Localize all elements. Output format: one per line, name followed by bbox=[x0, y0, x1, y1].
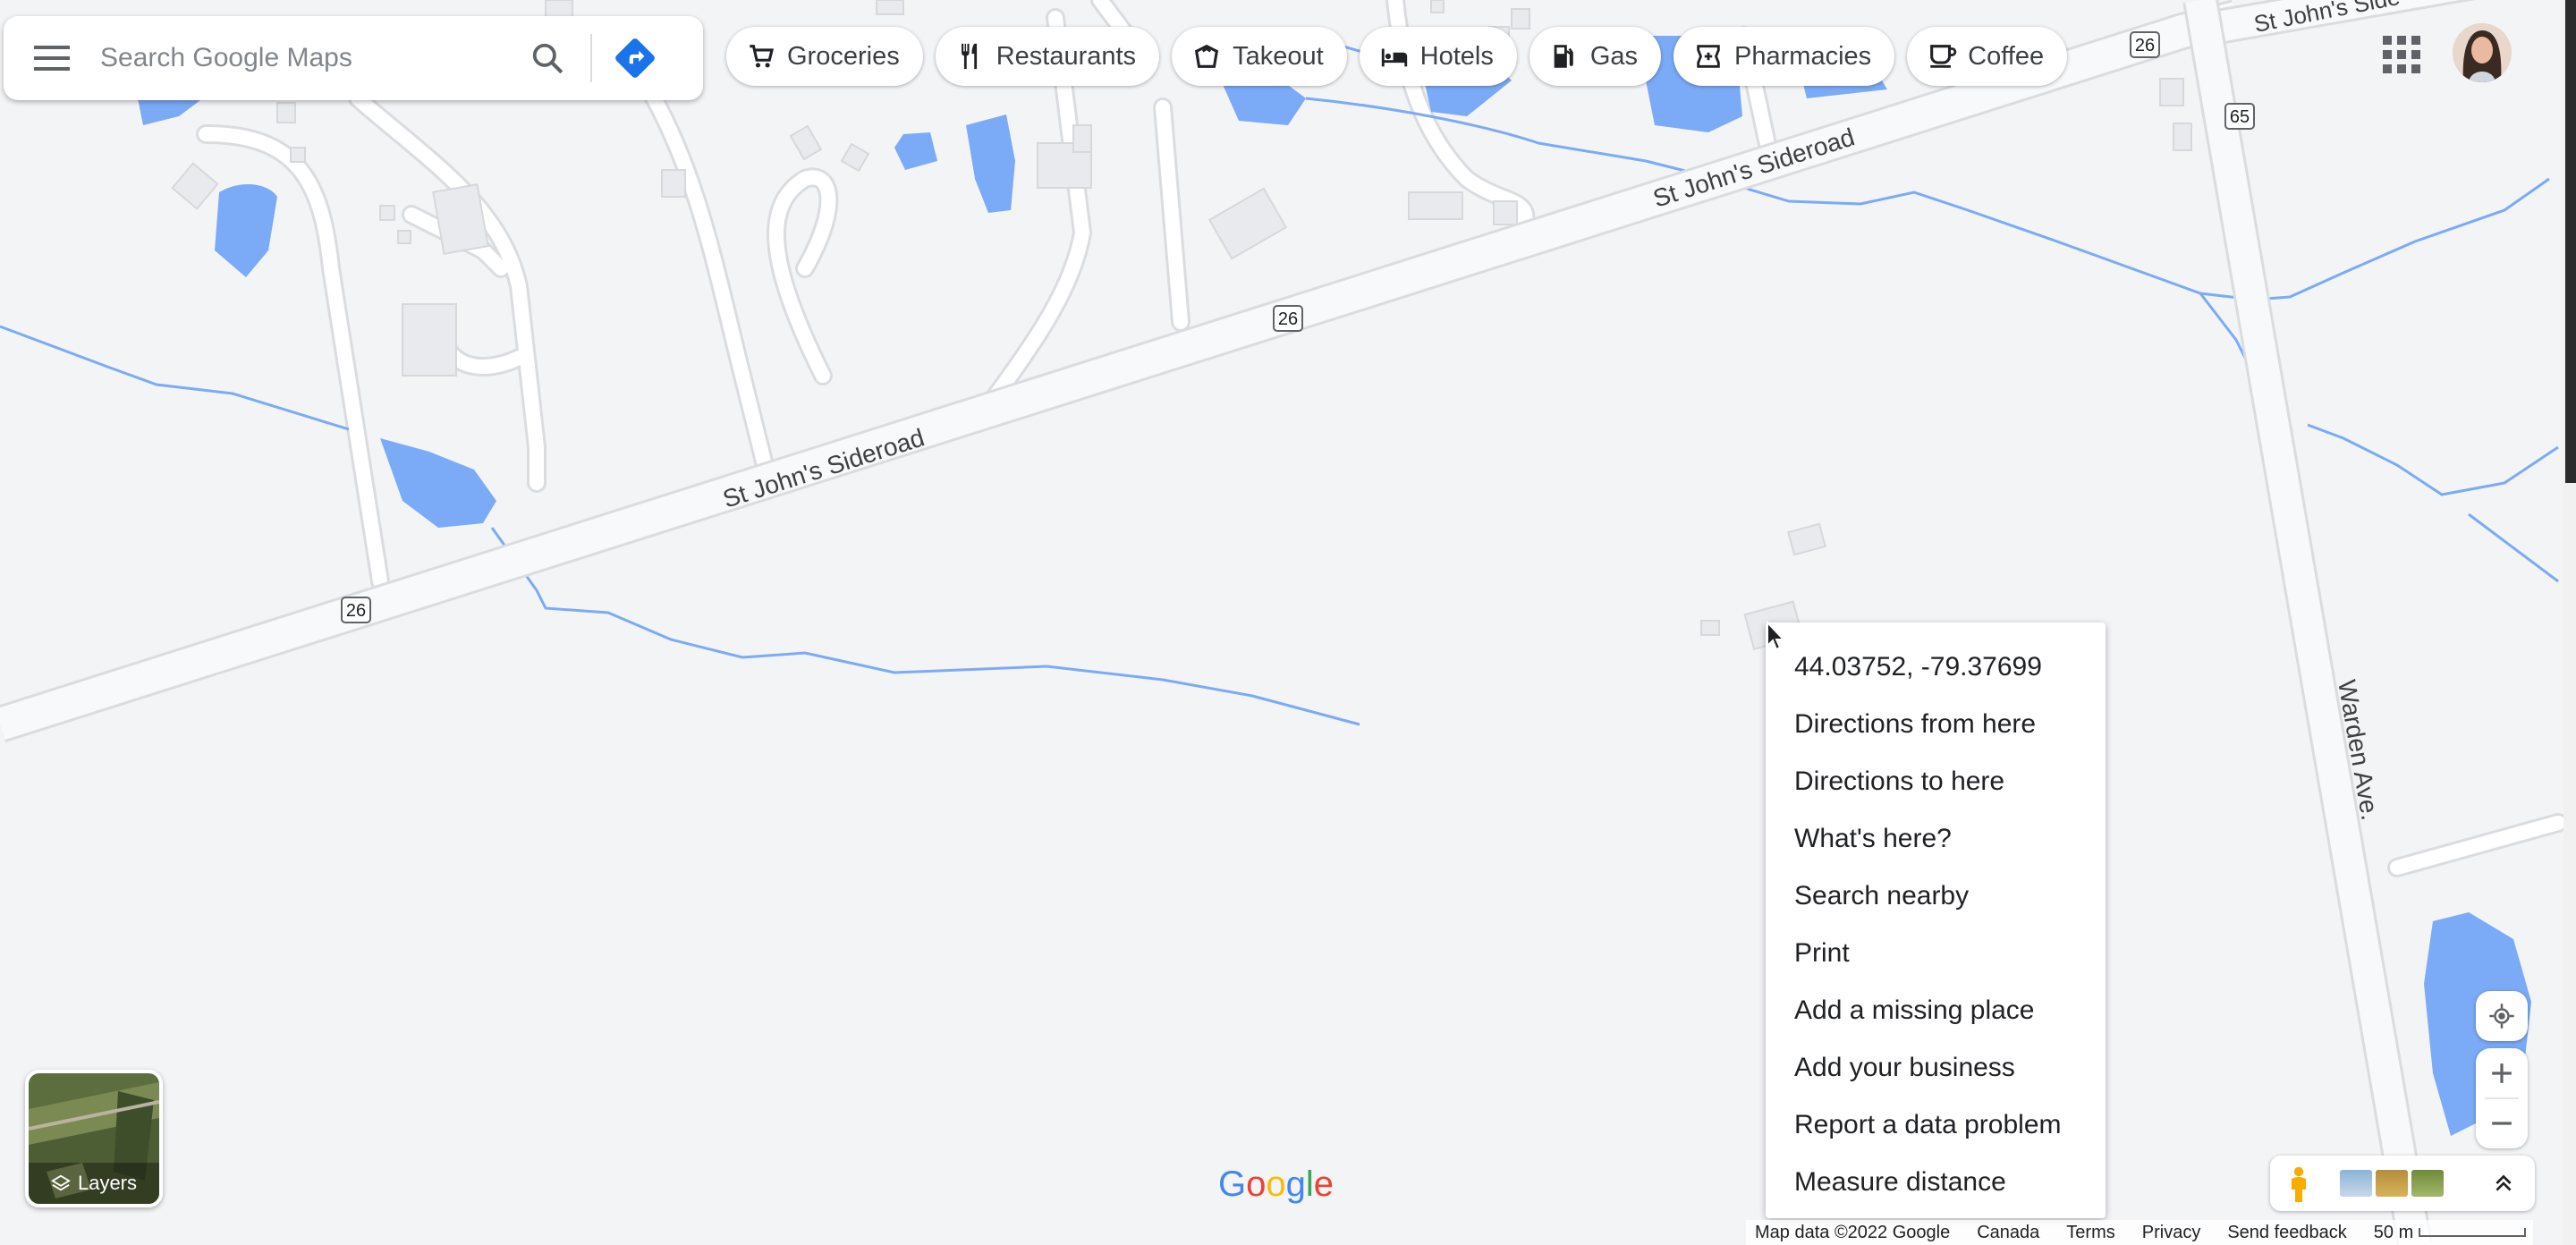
map-canvas[interactable]: St John's Sideroad St John's Sideroad Wa… bbox=[0, 0, 2576, 1245]
terms-link[interactable]: Terms bbox=[2066, 1223, 2114, 1243]
zoom-out-button[interactable] bbox=[2476, 1098, 2528, 1148]
chip-takeout[interactable]: Takeout bbox=[1172, 27, 1347, 86]
route-shield: 26 bbox=[1273, 305, 1303, 332]
country-link[interactable]: Canada bbox=[1977, 1223, 2039, 1243]
privacy-link[interactable]: Privacy bbox=[2142, 1223, 2201, 1243]
chip-label: Restaurants bbox=[996, 41, 1137, 71]
menu-item-add-missing-place[interactable]: Add a missing place bbox=[1766, 982, 2106, 1039]
zoom-controls bbox=[2476, 1048, 2528, 1148]
menu-item-measure-distance[interactable]: Measure distance bbox=[1766, 1154, 2106, 1211]
pharmacy-icon bbox=[1697, 45, 1720, 68]
scale-label: 50 m bbox=[2373, 1222, 2414, 1242]
imagery-thumbnail[interactable] bbox=[2340, 1170, 2372, 1197]
svg-text:65: 65 bbox=[2230, 107, 2250, 127]
layers-button[interactable]: Layers bbox=[25, 1070, 163, 1207]
chip-restaurants[interactable]: Restaurants bbox=[935, 27, 1160, 86]
cart-icon bbox=[750, 45, 775, 68]
route-shield: 65 bbox=[2224, 103, 2255, 130]
chip-gas[interactable]: Gas bbox=[1529, 27, 1662, 86]
street-view-bar bbox=[2270, 1156, 2535, 1211]
takeout-box-icon bbox=[1195, 44, 1219, 68]
coffee-cup-icon bbox=[1930, 45, 1957, 68]
chip-coffee[interactable]: Coffee bbox=[1907, 27, 2068, 86]
my-location-icon bbox=[2489, 1004, 2514, 1029]
chip-label: Groceries bbox=[787, 41, 900, 71]
menu-item-search-nearby[interactable]: Search nearby bbox=[1766, 868, 2106, 925]
chip-label: Takeout bbox=[1233, 41, 1324, 71]
menu-item-whats-here[interactable]: What's here? bbox=[1766, 810, 2106, 868]
menu-item-directions-to[interactable]: Directions to here bbox=[1766, 753, 2106, 810]
route-shield: 26 bbox=[2130, 31, 2160, 58]
gas-pump-icon bbox=[1554, 45, 1573, 68]
menu-item-coordinates[interactable]: 44.03752, -79.37699 bbox=[1766, 639, 2106, 696]
chip-label: Coffee bbox=[1968, 41, 2045, 71]
category-chips: Groceries Restaurants Takeout Hotels Gas… bbox=[726, 27, 2068, 86]
chip-hotels[interactable]: Hotels bbox=[1359, 27, 1517, 86]
chip-label: Hotels bbox=[1419, 41, 1494, 71]
search-input[interactable] bbox=[100, 31, 512, 85]
svg-text:26: 26 bbox=[2135, 36, 2155, 55]
account-avatar[interactable] bbox=[2453, 23, 2512, 82]
mouse-cursor-icon bbox=[1767, 621, 1785, 651]
scale-bar[interactable]: 50 m bbox=[2373, 1222, 2527, 1243]
my-location-button[interactable] bbox=[2476, 991, 2528, 1041]
send-feedback-link[interactable]: Send feedback bbox=[2227, 1223, 2346, 1243]
imagery-thumbnail[interactable] bbox=[2376, 1170, 2408, 1197]
svg-text:26: 26 bbox=[1278, 309, 1298, 329]
imagery-thumbnail[interactable] bbox=[2411, 1170, 2444, 1197]
layers-label: Layers bbox=[77, 1172, 138, 1194]
context-menu: 44.03752, -79.37699 Directions from here… bbox=[1766, 622, 2106, 1218]
google-logo: Google bbox=[1218, 1165, 1335, 1204]
search-box bbox=[4, 16, 703, 100]
map-footer: Map data ©2022 Google Canada Terms Priva… bbox=[1746, 1220, 2533, 1245]
menu-button[interactable] bbox=[4, 16, 100, 100]
divider bbox=[2485, 1097, 2519, 1099]
avatar-image bbox=[2453, 23, 2512, 82]
directions-button[interactable] bbox=[599, 22, 671, 94]
chip-groceries[interactable]: Groceries bbox=[726, 27, 923, 86]
minus-icon bbox=[2492, 1122, 2512, 1125]
scrollbar[interactable] bbox=[2563, 0, 2576, 1245]
pegman-icon[interactable] bbox=[2286, 1166, 2311, 1202]
plus-icon bbox=[2492, 1063, 2512, 1083]
scrollbar-thumb[interactable] bbox=[2565, 0, 2576, 483]
directions-icon bbox=[615, 38, 655, 78]
chip-label: Pharmacies bbox=[1734, 41, 1872, 71]
zoom-in-button[interactable] bbox=[2476, 1048, 2528, 1098]
bed-icon bbox=[1381, 48, 1407, 67]
svg-text:26: 26 bbox=[346, 601, 366, 621]
search-button[interactable] bbox=[512, 22, 583, 94]
search-icon bbox=[532, 43, 564, 74]
hamburger-menu-icon bbox=[34, 46, 70, 71]
scale-line bbox=[2419, 1228, 2527, 1237]
layers-icon bbox=[51, 1174, 71, 1191]
fork-knife-icon bbox=[961, 43, 977, 70]
chip-label: Gas bbox=[1589, 41, 1639, 71]
route-shield: 26 bbox=[341, 597, 371, 623]
map-data-attribution: Map data ©2022 Google bbox=[1755, 1222, 1951, 1242]
layers-label-row: Layers bbox=[29, 1172, 159, 1195]
menu-item-add-business[interactable]: Add your business bbox=[1766, 1039, 2106, 1097]
menu-item-directions-from[interactable]: Directions from here bbox=[1766, 696, 2106, 753]
apps-grid-icon[interactable] bbox=[2379, 32, 2420, 73]
menu-item-report-problem[interactable]: Report a data problem bbox=[1766, 1097, 2106, 1154]
expand-up-icon[interactable] bbox=[2492, 1172, 2515, 1195]
divider bbox=[590, 34, 592, 82]
menu-item-print[interactable]: Print bbox=[1766, 925, 2106, 982]
chip-pharmacies[interactable]: Pharmacies bbox=[1674, 27, 1895, 86]
